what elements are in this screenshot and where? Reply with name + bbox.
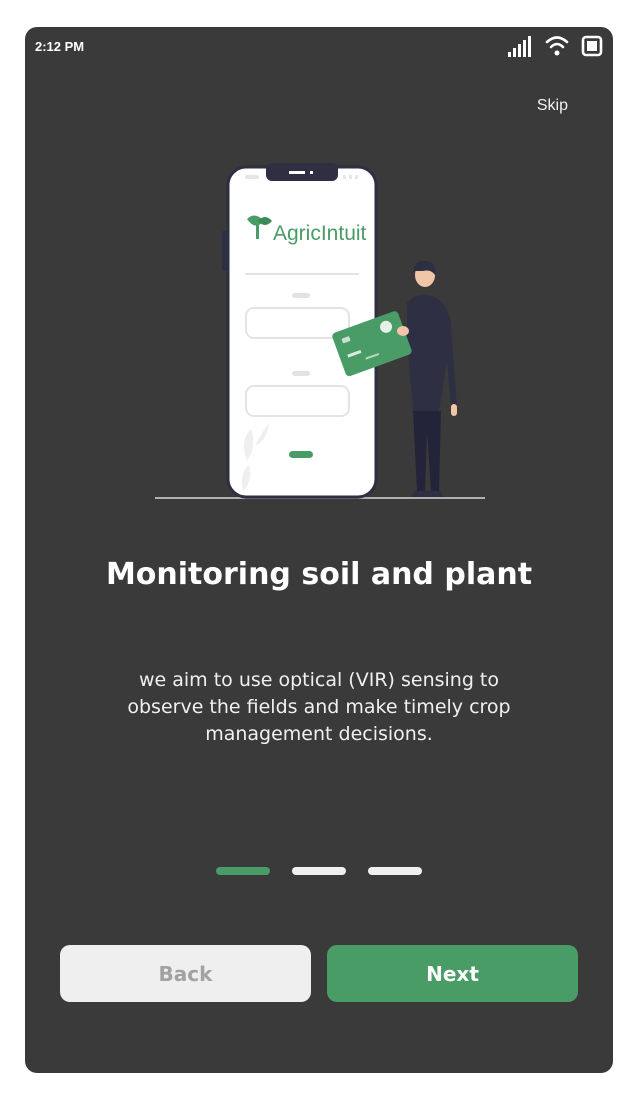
page-dot-3	[368, 867, 422, 875]
back-button[interactable]: Back	[60, 945, 311, 1002]
status-bar: 2:12 PM	[25, 27, 613, 71]
onboarding-illustration: AgricIntuit	[155, 163, 485, 499]
onboarding-title: Monitoring soil and plant	[105, 557, 533, 592]
signal-icon	[508, 36, 531, 57]
page-indicator	[25, 867, 613, 875]
person-figure	[407, 260, 457, 497]
skip-button[interactable]: Skip	[537, 97, 568, 115]
onboarding-screen: 2:12 PM Skip AgricIntuit Monitoring soil…	[25, 27, 613, 1073]
onboarding-description: we aim to use optical (VIR) sensing to o…	[127, 669, 511, 745]
battery-icon	[581, 35, 603, 57]
wifi-icon	[545, 36, 569, 56]
status-icons	[507, 34, 603, 58]
page-dot-1	[216, 867, 270, 875]
status-time: 2:12 PM	[35, 39, 85, 54]
illustration-brand-text: AgricIntuit	[273, 222, 367, 245]
next-button[interactable]: Next	[327, 945, 578, 1002]
page-dot-2	[292, 867, 346, 875]
